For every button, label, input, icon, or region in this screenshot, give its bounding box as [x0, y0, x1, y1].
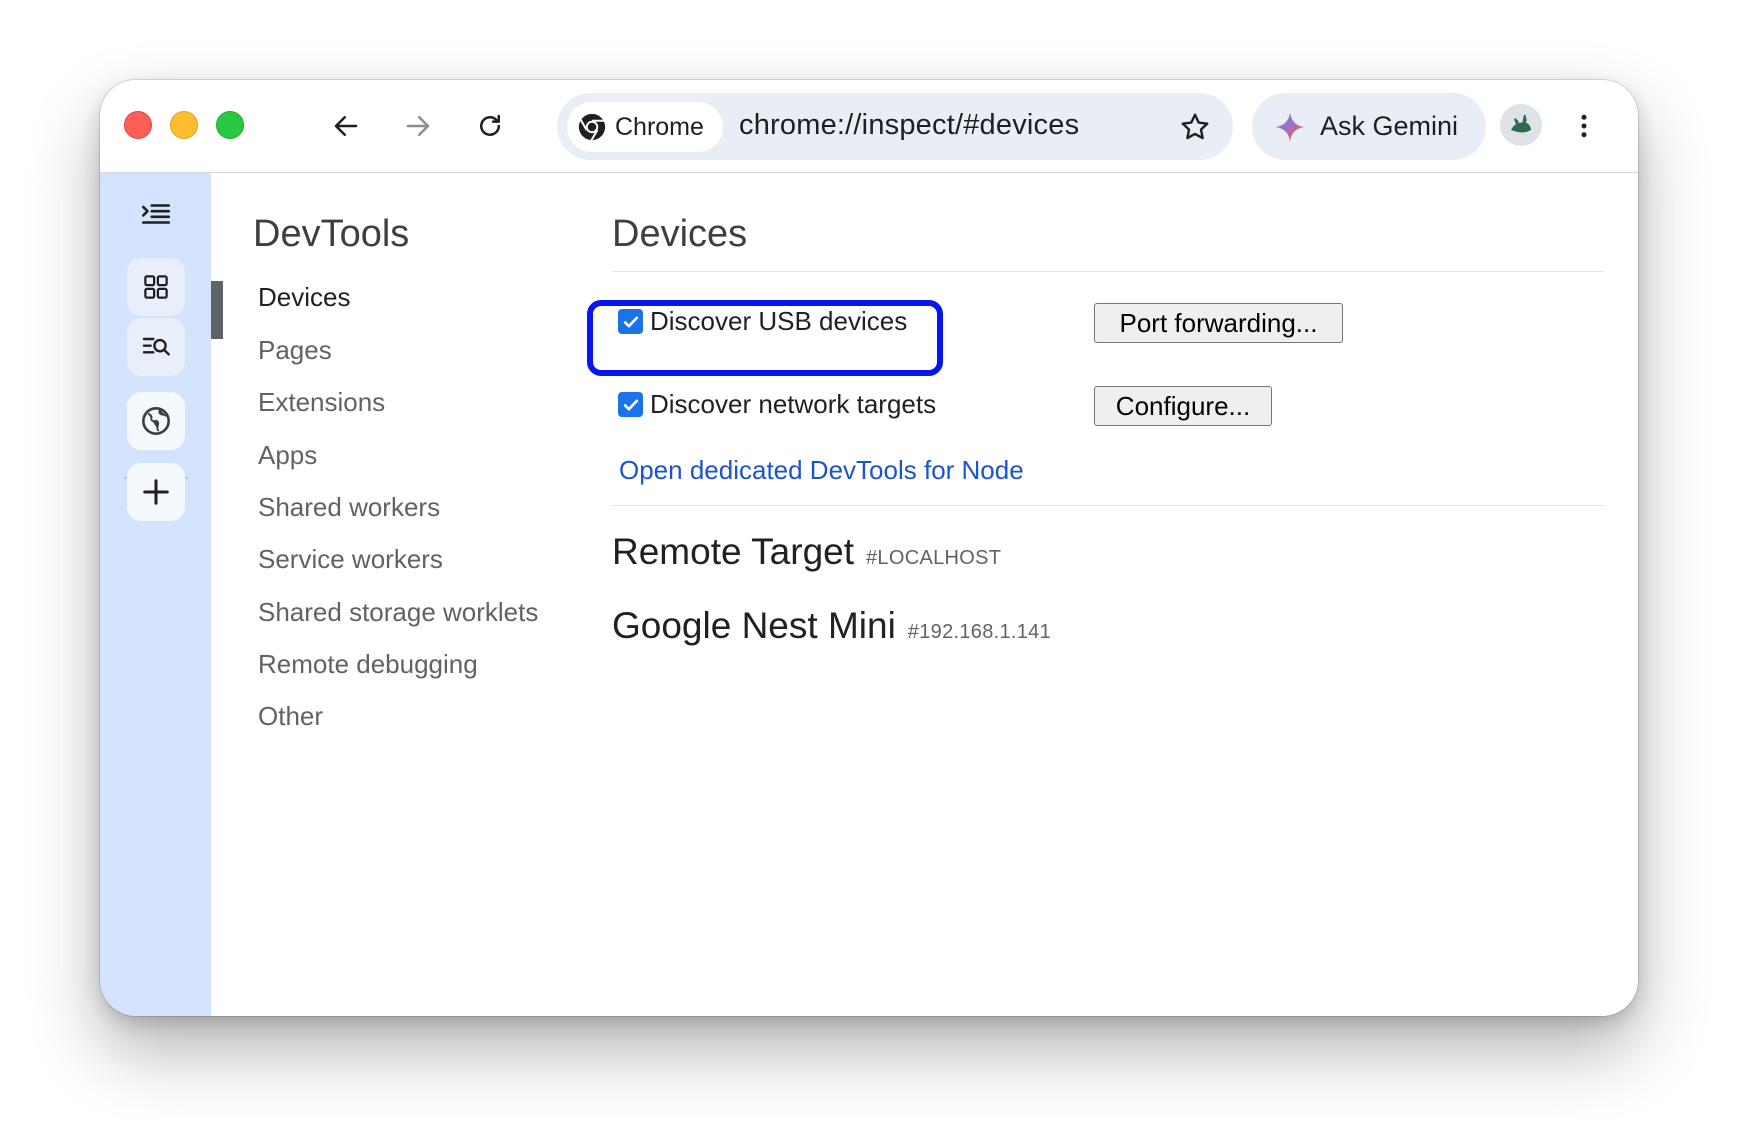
ask-gemini-label: Ask Gemini — [1320, 111, 1459, 141]
target-tag: #192.168.1.141 — [907, 621, 1052, 643]
url-text[interactable]: chrome://inspect/#devices — [739, 109, 1079, 142]
nav-item-pages[interactable]: Pages — [258, 335, 332, 366]
add-button[interactable] — [127, 463, 185, 521]
globe-icon — [142, 407, 170, 435]
tab-grid-icon — [144, 275, 168, 299]
avatar-image-icon — [1511, 114, 1531, 133]
target-name: Remote Target — [612, 531, 854, 572]
nav-item-apps[interactable]: Apps — [258, 440, 317, 471]
nav-item-shared-workers[interactable]: Shared workers — [258, 492, 440, 523]
nav-item-extensions[interactable]: Extensions — [258, 387, 385, 418]
remote-target-item: Google Nest Mini #192.168.1.141 — [612, 605, 1051, 647]
bookmark-star-icon[interactable] — [1177, 109, 1213, 145]
discover-network-row[interactable]: Discover network targets — [618, 389, 936, 420]
forward-button[interactable] — [398, 106, 438, 146]
tab-grid-button[interactable] — [127, 258, 185, 316]
omnibox[interactable]: Chrome chrome://inspect/#devices — [557, 93, 1233, 160]
nav-item-shared-storage-worklets[interactable]: Shared storage worklets — [258, 597, 538, 628]
globe-button[interactable] — [127, 392, 185, 450]
back-button[interactable] — [326, 106, 366, 146]
nav-item-other[interactable]: Other — [258, 701, 323, 732]
nav-item-service-workers[interactable]: Service workers — [258, 544, 443, 575]
arrow-left-icon — [334, 116, 358, 136]
open-node-devtools-link[interactable]: Open dedicated DevTools for Node — [619, 455, 1024, 486]
collapse-panel-icon — [141, 204, 171, 224]
site-info-chip[interactable]: Chrome — [567, 102, 723, 152]
zoom-window-button[interactable] — [216, 111, 244, 139]
search-tabs-button[interactable] — [127, 318, 185, 376]
search-tabs-icon — [142, 337, 170, 356]
port-forwarding-button[interactable]: Port forwarding... — [1094, 303, 1343, 343]
target-name: Google Nest Mini — [612, 605, 896, 646]
discover-network-checkbox[interactable] — [618, 392, 643, 417]
browser-menu-button[interactable] — [1564, 106, 1604, 146]
reload-icon — [480, 114, 500, 136]
inspect-page: DevTools Devices Pages Extensions Apps S… — [211, 173, 1638, 1016]
highlight-box — [587, 300, 943, 376]
nav-item-remote-debugging[interactable]: Remote debugging — [258, 649, 478, 680]
gemini-sparkle-icon — [1274, 111, 1306, 143]
browser-toolbar: Chrome chrome://inspect/#devices Ask Gem… — [100, 80, 1638, 173]
profile-avatar[interactable] — [1500, 104, 1542, 146]
close-window-button[interactable] — [124, 111, 152, 139]
arrow-right-icon — [406, 116, 430, 136]
minimize-window-button[interactable] — [170, 111, 198, 139]
discover-network-label: Discover network targets — [650, 389, 937, 419]
checkmark-icon — [623, 399, 638, 410]
browser-window: Chrome chrome://inspect/#devices Ask Gem… — [100, 80, 1638, 1016]
remote-target-item: Remote Target #LOCALHOST — [612, 531, 1001, 573]
target-tag: #LOCALHOST — [866, 547, 1002, 569]
side-rail — [100, 173, 211, 1016]
page-title: Devices — [612, 213, 748, 255]
chip-label: Chrome — [615, 112, 704, 141]
nav-item-devices[interactable]: Devices — [258, 282, 350, 313]
nav-active-indicator — [211, 281, 223, 339]
collapse-panel-button[interactable] — [127, 185, 185, 243]
three-dots-vertical-icon — [1581, 114, 1587, 138]
configure-button[interactable]: Configure... — [1094, 386, 1272, 426]
reload-button[interactable] — [470, 106, 510, 146]
sidebar-title: DevTools — [253, 213, 410, 255]
chrome-logo-icon — [577, 112, 607, 142]
ask-gemini-button[interactable]: Ask Gemini — [1252, 93, 1486, 160]
section-divider — [612, 505, 1604, 506]
title-divider — [612, 271, 1604, 272]
add-icon — [143, 479, 169, 505]
